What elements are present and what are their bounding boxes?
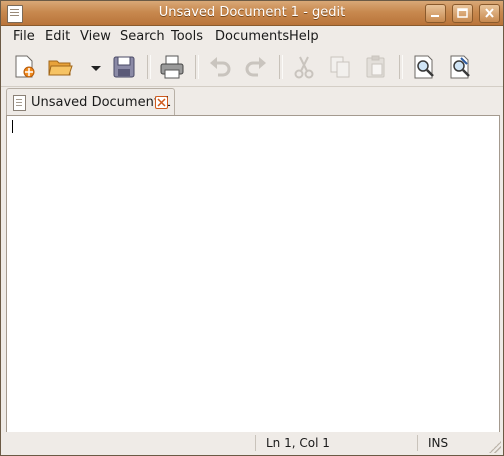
- open-button[interactable]: [47, 54, 75, 80]
- minimize-button[interactable]: [425, 4, 446, 23]
- status-divider: [255, 435, 256, 451]
- maximize-button[interactable]: [452, 4, 473, 23]
- tab-close-button[interactable]: [155, 96, 168, 109]
- menu-search[interactable]: Search: [120, 29, 165, 44]
- menu-bar: File Edit View Search Tools Documents He…: [1, 26, 503, 48]
- resize-grip[interactable]: [489, 441, 501, 453]
- paste-icon: [366, 55, 385, 78]
- tab-label: Unsaved Document 1: [31, 95, 172, 110]
- close-tab-icon: [157, 98, 166, 107]
- redo-button[interactable]: [243, 54, 269, 80]
- document-icon: [13, 95, 26, 111]
- print-button[interactable]: [159, 54, 185, 80]
- find-replace-button[interactable]: [447, 54, 473, 80]
- text-editor[interactable]: [6, 115, 500, 433]
- maximize-icon: [457, 8, 468, 18]
- title-bar[interactable]: Unsaved Document 1 - gedit: [1, 1, 503, 26]
- open-folder-icon: [48, 60, 73, 76]
- menu-tools[interactable]: Tools: [171, 29, 203, 44]
- document-tabs: Unsaved Document 1: [1, 87, 503, 116]
- close-icon: [485, 8, 494, 18]
- status-divider: [417, 435, 418, 451]
- find-button[interactable]: [411, 54, 437, 80]
- toolbar-separator: [147, 55, 151, 79]
- menu-help[interactable]: Help: [289, 29, 319, 44]
- cursor-position: Ln 1, Col 1: [266, 436, 330, 450]
- undo-icon: [210, 57, 231, 77]
- new-document-button[interactable]: [11, 54, 37, 80]
- text-cursor: [12, 120, 13, 133]
- new-document-icon: [15, 55, 35, 78]
- find-replace-icon: [450, 55, 470, 79]
- menu-edit[interactable]: Edit: [45, 29, 70, 44]
- undo-button[interactable]: [207, 54, 233, 80]
- tab-unsaved-document-1[interactable]: Unsaved Document 1: [6, 88, 175, 116]
- copy-button[interactable]: [327, 54, 353, 80]
- menu-documents[interactable]: Documents: [215, 29, 289, 44]
- status-bar: Ln 1, Col 1 INS: [1, 432, 503, 455]
- toolbar-separator: [279, 55, 283, 79]
- gedit-window: Unsaved Document 1 - gedit File Edit Vie…: [0, 0, 504, 456]
- toolbar-separator: [195, 55, 199, 79]
- save-button[interactable]: [111, 54, 137, 80]
- find-icon: [414, 55, 434, 79]
- toolbar-separator: [399, 55, 403, 79]
- print-icon: [160, 55, 184, 79]
- copy-icon: [330, 56, 350, 78]
- paste-button[interactable]: [363, 54, 389, 80]
- cut-icon: [294, 56, 314, 79]
- dropdown-arrow-icon: [91, 66, 101, 71]
- toolbar: [1, 48, 503, 87]
- redo-icon: [245, 57, 266, 77]
- menu-view[interactable]: View: [80, 29, 111, 44]
- save-icon: [113, 56, 135, 78]
- insert-mode: INS: [428, 436, 449, 450]
- close-button[interactable]: [479, 4, 500, 23]
- minimize-icon: [431, 15, 439, 17]
- cut-button[interactable]: [291, 54, 317, 80]
- open-recent-dropdown[interactable]: [83, 54, 101, 80]
- menu-file[interactable]: File: [13, 29, 35, 44]
